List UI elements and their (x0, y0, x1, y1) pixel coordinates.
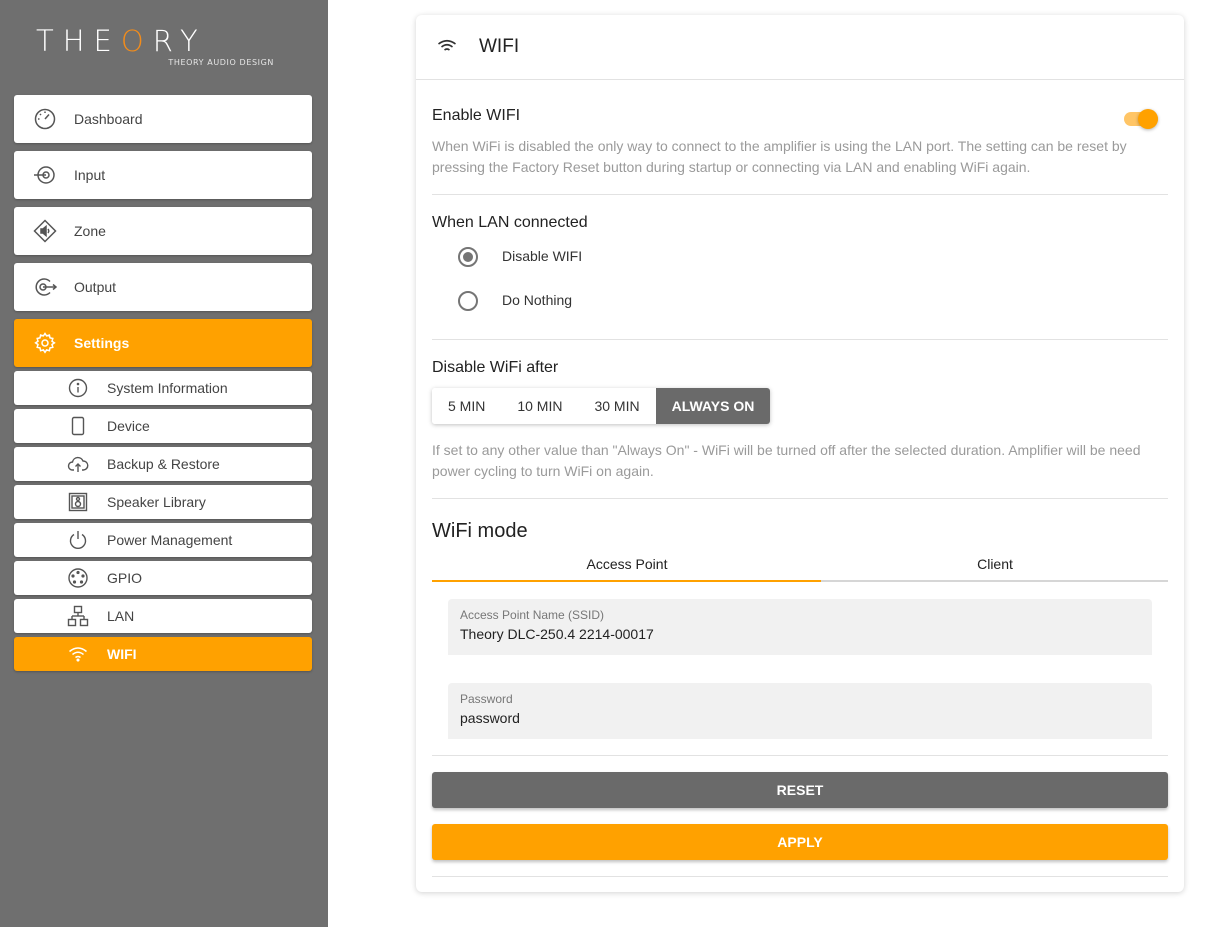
logo-subtitle: THEORY AUDIO DESIGN (168, 58, 274, 67)
subnav-label: GPIO (107, 570, 143, 586)
ssid-label: Access Point Name (SSID) (460, 608, 605, 622)
gpio-connector-icon (67, 567, 89, 589)
nav-dashboard[interactable]: Dashboard (14, 95, 312, 143)
lan-connected-title: When LAN connected (432, 214, 588, 231)
output-icon (33, 275, 57, 299)
disable-after-selector: 5 MIN 10 MIN 30 MIN ALWAYS ON (432, 388, 771, 424)
gear-icon (33, 331, 57, 355)
power-icon (67, 529, 89, 551)
option-always-on[interactable]: ALWAYS ON (655, 388, 771, 424)
ssid-field[interactable]: Access Point Name (SSID) Theory DLC-250.… (448, 599, 1152, 655)
subnav-label: LAN (107, 608, 135, 624)
password-value: password (460, 710, 520, 726)
wifi-icon (67, 643, 89, 665)
divider (432, 876, 1168, 877)
divider (432, 194, 1168, 195)
subnav-label: Device (107, 418, 150, 434)
reset-button[interactable]: RESET (432, 772, 1168, 808)
card-header: WIFI (416, 15, 1184, 80)
nav-label: Settings (74, 335, 130, 351)
cloud-upload-icon (67, 453, 89, 475)
nav-label: Input (74, 167, 106, 183)
wifi-icon (436, 37, 458, 57)
page-title: WIFI (479, 36, 520, 57)
radio-disable-wifi[interactable] (458, 247, 478, 267)
logo-wordmark: THEORY (36, 24, 207, 58)
subnav-label: Speaker Library (107, 494, 206, 510)
enable-wifi-description: When WiFi is disabled the only way to co… (432, 138, 1127, 175)
ssid-value: Theory DLC-250.4 2214-00017 (460, 626, 654, 642)
divider (432, 755, 1168, 756)
subnav-gpio[interactable]: GPIO (14, 561, 312, 595)
password-label: Password (460, 692, 513, 706)
option-10-min[interactable]: 10 MIN (501, 388, 579, 424)
input-icon (33, 163, 57, 187)
info-icon (67, 377, 89, 399)
wifi-mode-title: WiFi mode (432, 520, 528, 542)
nav-output[interactable]: Output (14, 263, 312, 311)
divider (432, 498, 1168, 499)
speaker-icon (67, 491, 89, 513)
enable-wifi-title: Enable WIFI (432, 107, 521, 124)
zone-speaker-icon (33, 219, 57, 243)
wifi-settings-card: WIFI Enable WIFI When WiFi is disabled t… (416, 15, 1184, 892)
toggle-knob (1138, 109, 1158, 129)
password-field[interactable]: Password password (448, 683, 1152, 739)
nav-label: Output (74, 279, 117, 295)
enable-wifi-toggle[interactable] (1124, 107, 1160, 129)
disable-after-description: If set to any other value than "Always O… (432, 442, 1141, 479)
subnav-device[interactable]: Device (14, 409, 312, 443)
nav-input[interactable]: Input (14, 151, 312, 199)
nav-label: Dashboard (74, 111, 143, 127)
subnav-label: System Information (107, 380, 228, 396)
subnav-lan[interactable]: LAN (14, 599, 312, 633)
subnav-speaker-library[interactable]: Speaker Library (14, 485, 312, 519)
tab-access-point[interactable]: Access Point (443, 548, 811, 584)
subnav-label: Power Management (107, 532, 233, 548)
option-30-min[interactable]: 30 MIN (578, 388, 656, 424)
device-icon (67, 415, 89, 437)
gauge-icon (33, 107, 57, 131)
nav-settings[interactable]: Settings (14, 319, 312, 367)
theory-logo: THEORY THEORY AUDIO DESIGN (36, 24, 290, 70)
tab-active-indicator (432, 580, 821, 582)
nav-zone[interactable]: Zone (14, 207, 312, 255)
divider (432, 339, 1168, 340)
subnav-system-information[interactable]: System Information (14, 371, 312, 405)
nav-label: Zone (74, 223, 106, 239)
apply-button[interactable]: APPLY (432, 824, 1168, 860)
subnav-label: Backup & Restore (107, 456, 220, 472)
radio-label-disable-wifi: Disable WIFI (502, 248, 583, 264)
sidebar: THEORY THEORY AUDIO DESIGN Dashboard Inp… (0, 0, 328, 927)
subnav-wifi[interactable]: WIFI (14, 637, 312, 671)
subnav-power-management[interactable]: Power Management (14, 523, 312, 557)
disable-after-title: Disable WiFi after (432, 359, 559, 376)
radio-do-nothing[interactable] (458, 291, 478, 311)
subnav-backup-restore[interactable]: Backup & Restore (14, 447, 312, 481)
network-icon (67, 605, 89, 627)
option-5-min[interactable]: 5 MIN (432, 388, 502, 424)
tab-client[interactable]: Client (811, 548, 1179, 584)
subnav-label: WIFI (107, 646, 137, 662)
radio-label-do-nothing: Do Nothing (502, 292, 573, 308)
